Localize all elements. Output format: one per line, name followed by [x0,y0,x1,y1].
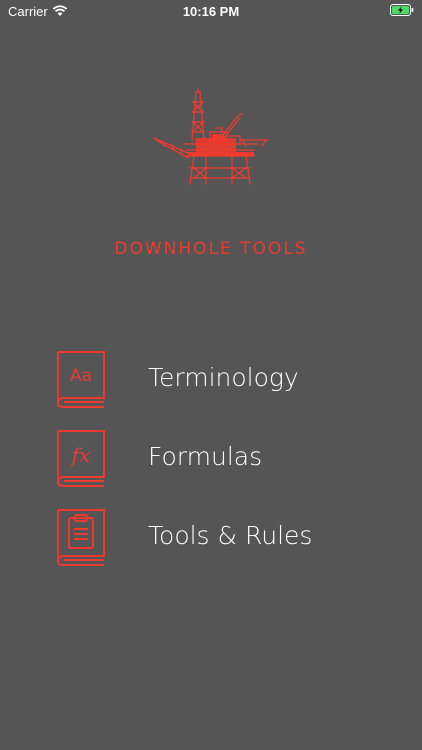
oil-platform-logo-icon [153,88,269,185]
dictionary-book-icon: Aa [56,351,105,408]
status-bar: Carrier 10:16 PM [0,0,422,22]
clipboard-book-icon [56,509,105,566]
menu-item-terminology[interactable]: Aa Terminology [55,350,375,410]
menu-label: Tools & Rules [148,521,313,550]
formula-book-icon: fx [56,430,105,487]
menu-glyph: Aa [70,366,92,386]
menu-glyph: fx [70,443,91,467]
menu-item-tools-rules[interactable]: Tools & Rules [55,508,375,568]
menu-label: Terminology [148,363,299,392]
battery-charging-icon [390,4,414,16]
clock-time: 10:16 PM [182,4,240,19]
menu-item-formulas[interactable]: fx Formulas [55,429,375,489]
app-title: DOWNHOLE TOOLS [114,239,308,259]
menu-label: Formulas [148,442,263,471]
